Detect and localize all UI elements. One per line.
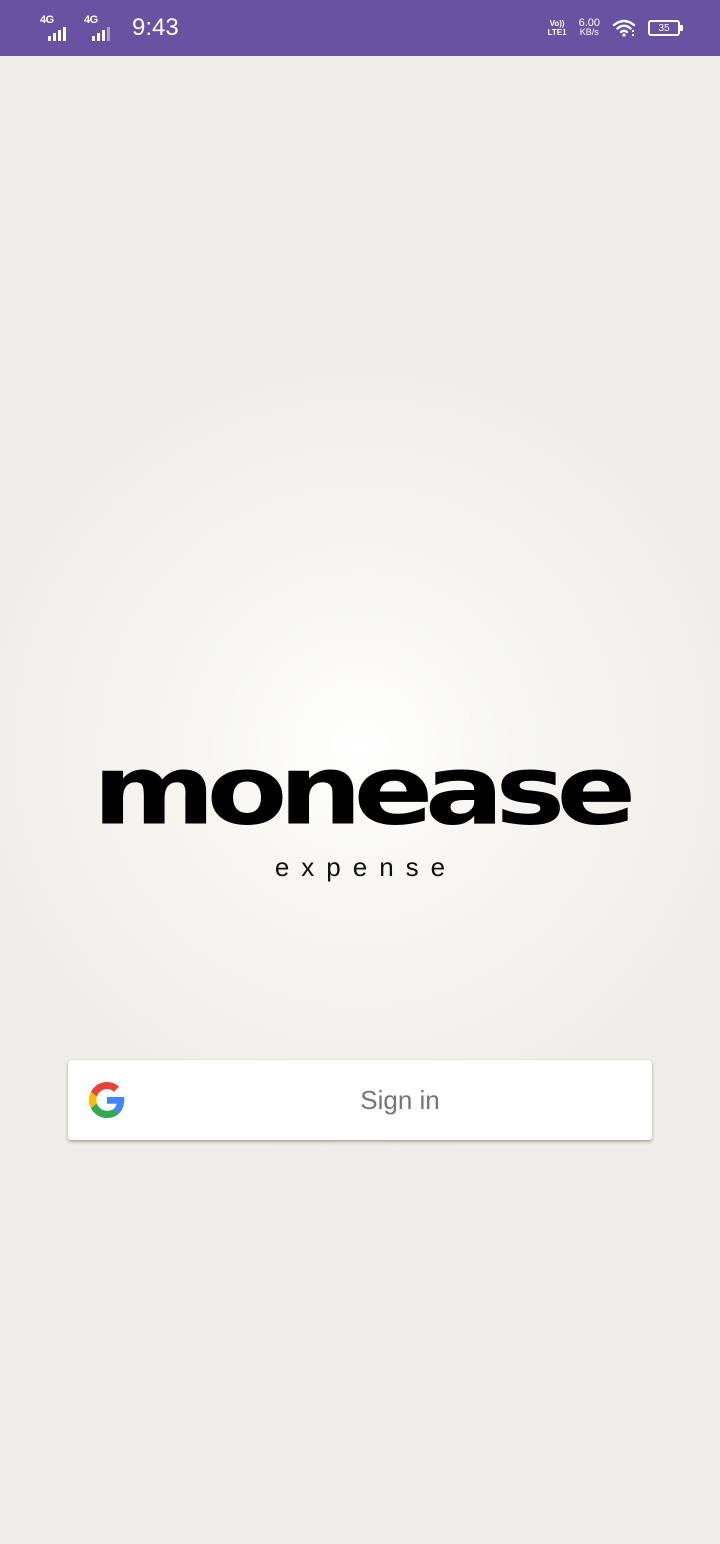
sim2-signal-icon [92,27,110,41]
app-logo-title: monease [92,733,637,847]
status-bar-left: 4G 4G 9:43 [40,0,179,56]
app-logo: monease [0,730,720,850]
network-speed-unit: KB/s [579,27,599,37]
app-logo-subtitle: expense [274,852,458,882]
google-sign-in-button[interactable]: Sign in [68,1060,652,1140]
network-speed: 6.00 KB/s [579,18,600,37]
volte-indicator: Vo)) LTE1 [548,19,567,37]
sim2-network-label: 4G [84,14,98,26]
lte-label: LTE1 [547,28,567,37]
wifi-icon [612,19,636,37]
sim1-signal: 4G [40,13,74,43]
status-bar-right: Vo)) LTE1 6.00 KB/s 35 [548,0,683,56]
clock: 9:43 [132,14,179,41]
volte-label: Vo)) [549,19,565,28]
sim1-network-label: 4G [40,14,54,26]
sign-in-label: Sign in [360,1085,440,1115]
battery-icon: 35 [648,20,683,36]
sim1-signal-icon [48,27,66,41]
battery-level: 35 [658,22,670,34]
status-bar: 4G 4G 9:43 Vo)) LTE1 6.00 KB/s 35 [0,0,720,56]
sim2-signal: 4G [84,13,118,43]
